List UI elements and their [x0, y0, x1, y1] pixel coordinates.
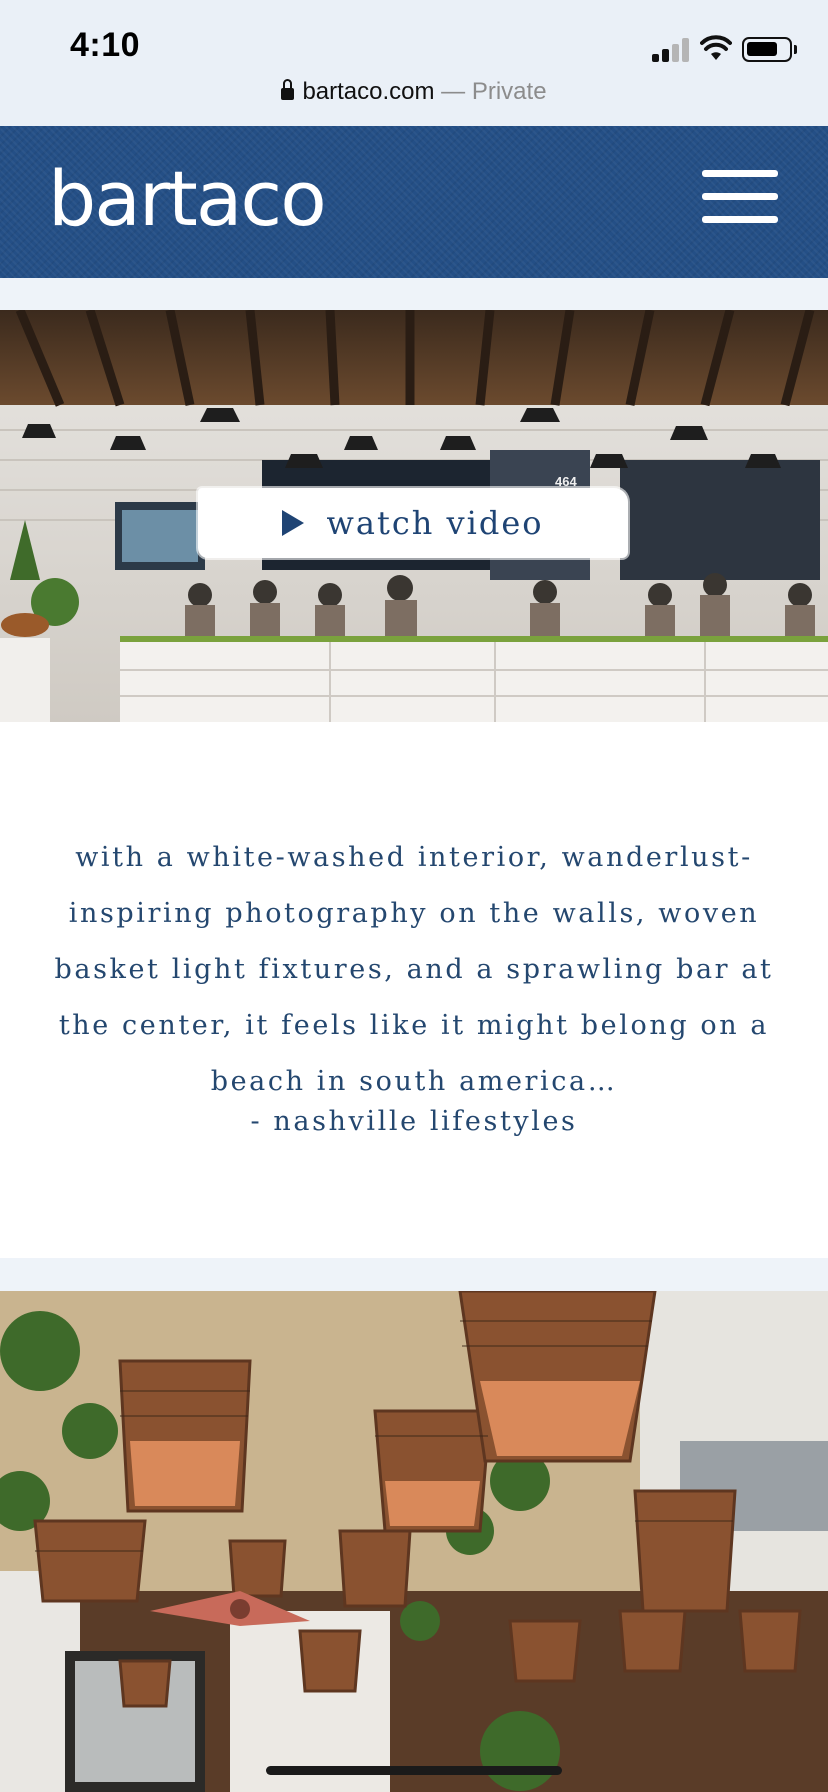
interior-basket-lights-photo — [0, 1291, 828, 1792]
cellular-signal-icon — [652, 38, 692, 62]
battery-icon — [742, 37, 797, 62]
private-label: — Private — [441, 78, 547, 105]
quote-line: beach in south america… — [210, 1066, 618, 1097]
quote-line: basket light fixtures, and a sprawling b… — [54, 954, 774, 985]
wifi-icon — [700, 35, 732, 60]
watch-video-button[interactable]: watch video — [198, 488, 628, 558]
bartaco-logo[interactable]: bartaco — [48, 154, 327, 243]
address-bar[interactable]: bartaco.com — Private — [0, 78, 828, 106]
lock-icon — [281, 79, 295, 100]
clock: 4:10 — [70, 26, 141, 64]
quote-line: with a white-washed interior, wanderlust… — [75, 842, 753, 873]
address-number: 464 — [555, 474, 577, 489]
site-header: bartaco — [0, 126, 828, 278]
press-quote: with a white-washed interior, wanderlust… — [52, 830, 776, 1110]
quote-attribution: - nashville lifestyles — [250, 1106, 578, 1137]
quote-line: inspiring photography on the walls, wove… — [68, 898, 760, 929]
url-text: bartaco.com — [302, 78, 435, 105]
home-indicator[interactable] — [266, 1766, 562, 1775]
hamburger-icon[interactable] — [702, 170, 778, 226]
watch-video-label: watch video — [326, 504, 544, 542]
status-bar: 4:10 bartaco.com — Private — [0, 0, 828, 126]
press-quote-section: with a white-washed interior, wanderlust… — [0, 722, 828, 1258]
quote-line: the center, it feels like it might belon… — [58, 1010, 770, 1041]
play-icon — [282, 510, 305, 536]
